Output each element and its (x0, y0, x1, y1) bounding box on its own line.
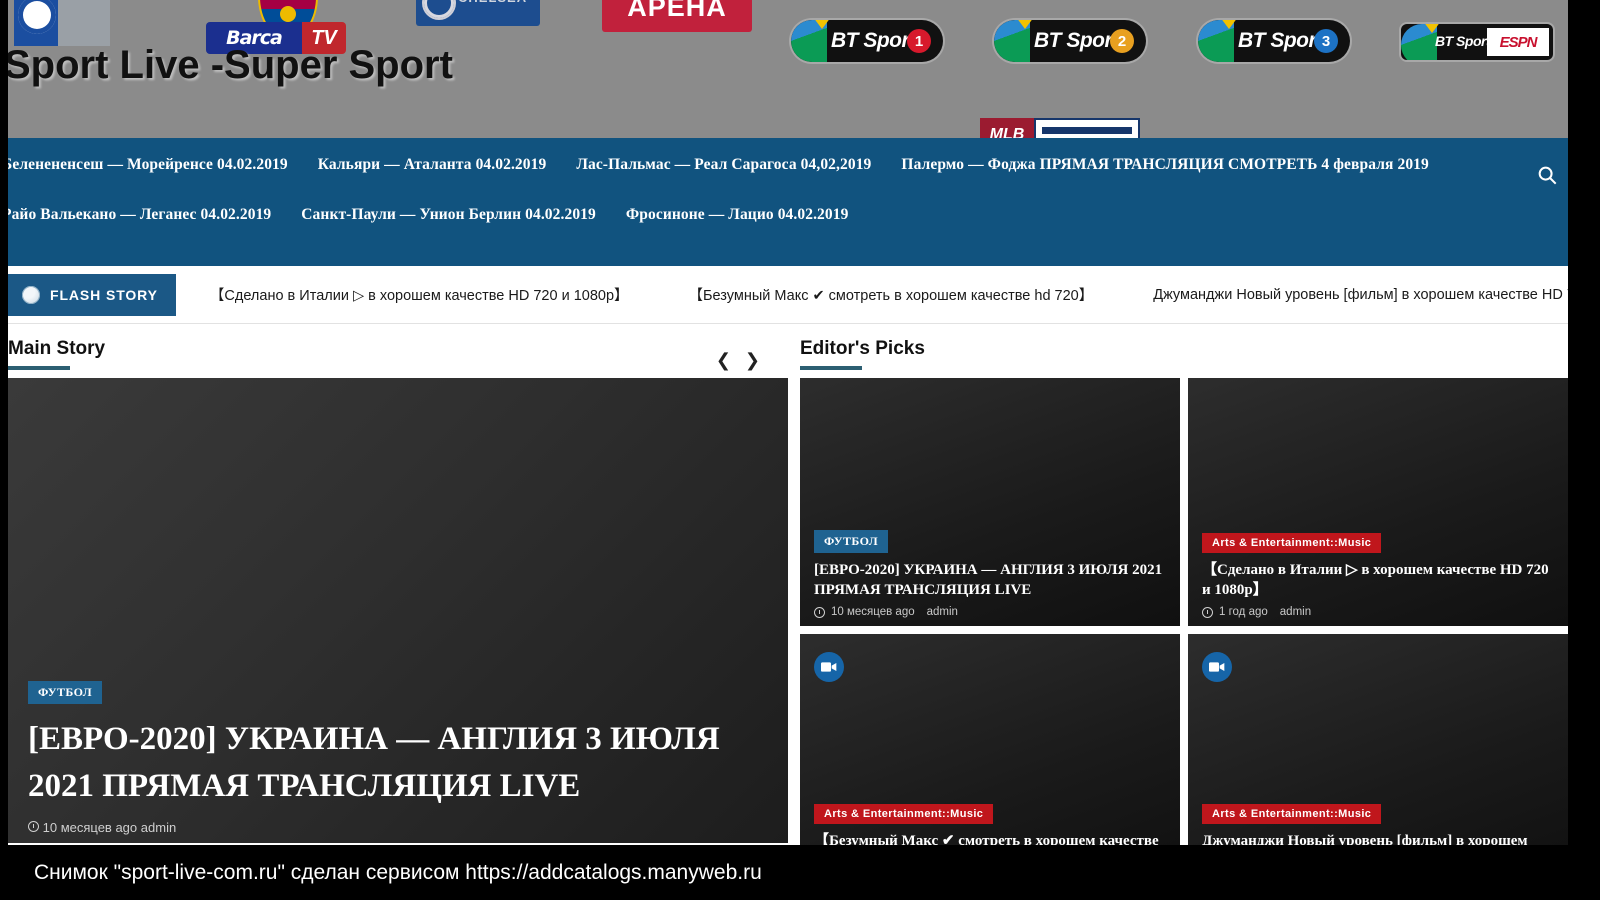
main-story-column: Main Story ❮ ❯ ФУТБОЛ [ЕВРО-2020] УКРАИН… (8, 324, 788, 845)
bt-sport-2-logo: BT Sport 2 (994, 20, 1146, 62)
pick-card-jumanji[interactable]: Arts & Entertainment::Music Джуманджи Но… (1188, 634, 1568, 845)
editors-picks-header: Editor's Picks (800, 324, 1568, 378)
pick-card-title[interactable]: 【Безумный Макс ✔ смотреть в хорошем каче… (814, 831, 1166, 846)
pick-card-made-in-italy[interactable]: Arts & Entertainment::Music 【Сделано в И… (1188, 378, 1568, 626)
pick-category-badge[interactable]: ФУТБОЛ (814, 529, 889, 553)
bt-sport-2-label: BT Sport (1034, 29, 1119, 52)
pick-card-time: 1 год ago (1219, 606, 1268, 618)
bt-sport-espn-notch (1423, 24, 1441, 33)
screenshot-caption-bar: Снимок "sport-live-com.ru" сделан сервис… (0, 845, 1600, 900)
bt-sport-3-label: BT Sport (1238, 29, 1323, 52)
pick-card-title[interactable]: [ЕВРО-2020] УКРАИНА — АНГЛИЯ 3 ИЮЛЯ 2021… (814, 560, 1166, 601)
pick-category-badge[interactable]: Arts & Entertainment::Music (1202, 532, 1382, 553)
editors-picks-column: Editor's Picks ФУТБОЛ [ЕВРО-2020] УКРАИН… (800, 324, 1568, 845)
clock-icon (814, 606, 825, 618)
pick-category-badge[interactable]: Arts & Entertainment::Music (814, 803, 994, 824)
bt-sport-1-notch (813, 20, 831, 29)
pick-card-title[interactable]: Джуманджи Новый уровень [фильм] в хороше… (1202, 831, 1554, 846)
pick-card-meta: 1 год ago admin (1202, 606, 1554, 618)
nav-item-frosinone-lazio[interactable]: Фросиноне — Лацио 04.02.2019 (611, 206, 864, 224)
site-banner: TV Barca TV CHELSEA АРЕНА BT Sport 1 (8, 0, 1568, 138)
hero-article-card[interactable]: ФУТБОЛ [ЕВРО-2020] УКРАИНА — АНГЛИЯ 3 ИЮ… (8, 378, 788, 843)
editors-picks-heading-rule (800, 366, 862, 370)
nav-item-palermo-foggia[interactable]: Палермо — Фоджа ПРЯМАЯ ТРАНСЛЯЦИЯ СМОТРЕ… (886, 156, 1443, 174)
bt-sport-2-number: 2 (1110, 29, 1134, 53)
video-camera-icon (1202, 652, 1232, 682)
arena-logo: АРЕНА (602, 0, 752, 32)
eintracht-frankfurt-tv-logo: TV (14, 0, 110, 46)
carousel-nav: ❮ ❯ (716, 352, 760, 370)
pick-card-time: 10 месяцев ago (831, 606, 915, 618)
pick-card-author: admin (1279, 606, 1312, 618)
pick-card-mad-max[interactable]: Arts & Entertainment::Music 【Безумный Ма… (800, 634, 1180, 845)
pick-card-body: ФУТБОЛ [ЕВРО-2020] УКРАИНА — АНГЛИЯ 3 ИЮ… (814, 529, 1166, 618)
hero-article-meta: 10 месяцев ago admin (28, 820, 748, 835)
pick-card-body: Arts & Entertainment::Music 【Сделано в И… (1202, 532, 1554, 618)
espn-badge-text: ESPN (1499, 33, 1538, 51)
nav-rows: Беленененсеш — Морейренсе 04.02.2019 Кал… (8, 156, 1568, 224)
main-story-header: Main Story ❮ ❯ (8, 324, 788, 378)
content-area: Main Story ❮ ❯ ФУТБОЛ [ЕВРО-2020] УКРАИН… (8, 324, 1568, 845)
bt-sport-3-logo: BT Sport 3 (1198, 20, 1350, 62)
nav-item-belenenses-moreirense[interactable]: Беленененсеш — Морейренсе 04.02.2019 (8, 156, 303, 174)
main-story-heading-rule (8, 366, 70, 370)
hero-article-title[interactable]: [ЕВРО-2020] УКРАИНА — АНГЛИЯ 3 ИЮЛЯ 2021… (28, 716, 748, 810)
nav-row-1: Беленененсеш — Морейренсе 04.02.2019 Кал… (8, 156, 1568, 174)
bt-sport-espn-label: BT Sport (1435, 33, 1491, 49)
site-title: Sport Live -Super Sport (8, 43, 453, 87)
main-navigation: Беленененсеш — Морейренсе 04.02.2019 Кал… (8, 138, 1568, 266)
hero-article-author: admin (140, 820, 177, 835)
pick-card-body: Arts & Entertainment::Music 【Безумный Ма… (814, 803, 1166, 846)
website-viewport: TV Barca TV CHELSEA АРЕНА BT Sport 1 (8, 0, 1568, 845)
bt-sport-espn-logo: BT Sport ESPN (1401, 24, 1553, 60)
hero-article-text: ФУТБОЛ [ЕВРО-2020] УКРАИНА — АНГЛИЯ 3 ИЮ… (28, 681, 748, 835)
main-story-heading: Main Story (8, 338, 106, 359)
bt-sport-1-label: BT Sport (831, 29, 916, 52)
pick-card-body: Arts & Entertainment::Music Джуманджи Но… (1202, 803, 1554, 846)
hero-category-badge[interactable]: ФУТБОЛ (28, 681, 103, 705)
nav-item-rayo-vallecano-leganes[interactable]: Райо Вальекано — Леганес 04.02.2019 (8, 206, 286, 224)
pick-card-meta: 10 месяцев ago admin (814, 606, 1166, 618)
mlb-network-logo-text: MLB (980, 118, 1034, 138)
pick-card-author: admin (926, 606, 958, 618)
chelsea-tv-logo-text: CHELSEA (458, 0, 527, 5)
pick-card-euro-2020[interactable]: ФУТБОЛ [ЕВРО-2020] УКРАИНА — АНГЛИЯ 3 ИЮ… (800, 378, 1180, 626)
flash-story-badge[interactable]: FLASH STORY (8, 273, 176, 316)
nav-item-st-pauli-union-berlin[interactable]: Санкт-Паули — Унион Берлин 04.02.2019 (286, 206, 611, 224)
screenshot-caption-text: Снимок "sport-live-com.ru" сделан сервис… (34, 860, 762, 884)
search-icon[interactable] (1536, 164, 1558, 186)
hero-article-time: 10 месяцев ago (42, 820, 138, 835)
eintracht-frankfurt-tv-logo-text: TV (97, 0, 106, 2)
chevron-left-icon[interactable]: ❮ (716, 352, 731, 370)
video-camera-icon (814, 652, 844, 682)
ticker-item-mad-max[interactable]: 【Безумный Макс ✔ смотреть в хорошем каче… (689, 284, 1094, 305)
screenshot-root: TV Barca TV CHELSEA АРЕНА BT Sport 1 (0, 0, 1600, 900)
globe-icon (22, 285, 40, 304)
ticker-item-list: 【Сделано в Италии ▷ в хорошем качестве H… (176, 284, 1568, 305)
bt-sport-2-notch (1016, 20, 1034, 29)
chevron-right-icon[interactable]: ❯ (745, 352, 760, 370)
nav-row-2: Райо Вальекано — Леганес 04.02.2019 Санк… (8, 206, 1568, 224)
pick-card-title[interactable]: 【Сделано в Италии ▷ в хорошем качестве H… (1202, 560, 1554, 601)
editors-picks-grid: ФУТБОЛ [ЕВРО-2020] УКРАИНА — АНГЛИЯ 3 ИЮ… (800, 378, 1568, 845)
nav-item-cagliari-atalanta[interactable]: Кальяри — Аталанта 04.02.2019 (303, 156, 562, 174)
bt-sport-1-logo: BT Sport 1 (791, 20, 943, 62)
bt-sport-3-notch (1220, 20, 1238, 29)
mlb-network-logo-bar (1034, 118, 1140, 138)
chelsea-tv-logo: CHELSEA (416, 0, 540, 26)
flash-story-ticker: FLASH STORY 【Сделано в Италии ▷ в хороше… (8, 266, 1568, 324)
ticker-item-jumanji[interactable]: Джуманджи Новый уровень [фильм] в хороше… (1153, 287, 1568, 303)
mlb-network-logo: MLB (980, 118, 1140, 138)
bt-sport-1-number: 1 (907, 29, 931, 53)
ticker-item-made-in-italy[interactable]: 【Сделано в Италии ▷ в хорошем качестве H… (210, 284, 629, 305)
espn-badge: ESPN (1487, 28, 1549, 56)
clock-icon (1202, 606, 1213, 618)
editors-picks-heading: Editor's Picks (800, 338, 925, 359)
flash-story-label: FLASH STORY (50, 286, 158, 303)
nav-item-las-palmas-real-zaragoza[interactable]: Лас-Пальмас — Реал Сарагоса 04,02,2019 (561, 156, 886, 174)
pick-category-badge[interactable]: Arts & Entertainment::Music (1202, 803, 1382, 824)
clock-icon (28, 821, 39, 832)
bt-sport-3-number: 3 (1314, 29, 1338, 53)
